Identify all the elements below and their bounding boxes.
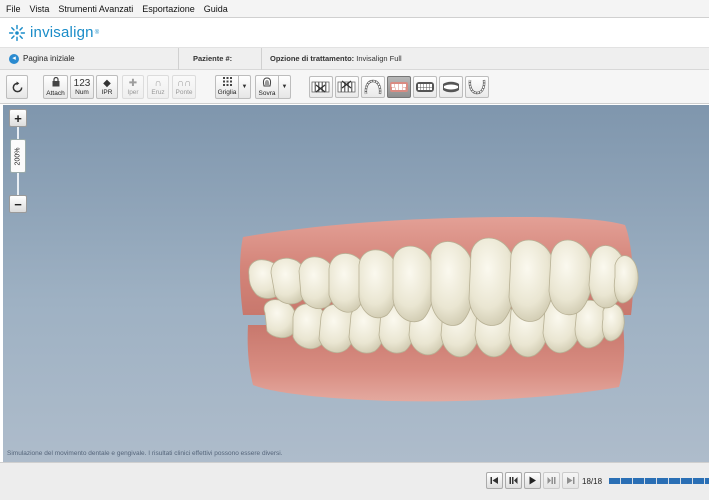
ipr-label: IPR [101,88,113,96]
plus-icon: ✚ [128,77,138,89]
toolbar: Attach 123 Num ◆ IPR ✚ Iper ∩ Eruz ∩∩ Po… [0,70,709,104]
lower-arch-icon [468,79,486,95]
upper-arch-icon [364,79,382,95]
playback-bar: 18/18 [0,462,709,500]
ipr-button[interactable]: ◆ IPR [96,75,118,99]
menu-strumenti-avanzati[interactable]: Strumenti Avanzati [58,4,133,14]
sovra-button[interactable]: Sovra [255,75,279,99]
brand-registered-mark: ® [94,29,100,36]
skip-end-icon [567,477,575,484]
view-upper-hide-button[interactable] [335,76,359,98]
treatment-option: Opzione di trattamento: Invisalign Full [262,54,402,63]
view-lower-hide-button[interactable] [309,76,333,98]
side-teeth-icon [416,82,434,92]
stage-progress-fill [609,478,709,484]
ponte-button[interactable]: ∩∩ Ponte [172,75,196,99]
3d-viewport[interactable]: + 200% − Simulazione del movimento denta… [3,105,709,462]
dental-model[interactable]: Simulazione del movimento dentale e geng… [3,105,709,462]
eruz-button[interactable]: ∩ Eruz [147,75,169,99]
menu-vista[interactable]: Vista [30,4,50,14]
rotate-icon [12,80,22,92]
treatment-value: Invisalign Full [356,54,402,63]
patient-label: Paziente #: [193,54,233,63]
teeth-row-x-icon [311,81,330,93]
attach-label: Attach [46,89,65,97]
next-stage-button[interactable] [543,472,560,489]
menu-guida[interactable]: Guida [204,4,228,14]
chevron-down-icon: ▼ [281,84,288,90]
logo-bar: invisalign ® [0,18,709,48]
numbers-icon: 123 [73,77,91,89]
attach-button[interactable]: Attach [43,75,68,99]
first-stage-button[interactable] [486,472,503,489]
angled-teeth-icon [443,81,459,93]
diamond-icon: ◆ [103,77,111,89]
play-icon [529,476,536,485]
teeth-row-x-icon [337,80,356,93]
lock-icon [52,76,60,90]
skip-start-icon [490,477,498,484]
stage-progress-bar[interactable] [609,478,709,484]
overlay-icon [262,76,272,90]
info-bar: ◂ Pagina iniziale Paziente #: Opzione di… [0,47,709,70]
step-back-icon [509,477,518,484]
griglia-button[interactable]: Griglia [215,75,239,99]
ponte-label: Ponte [175,88,193,96]
view-front-button[interactable] [387,76,411,98]
eruz-label: Eruz [151,88,165,96]
view-angled-button[interactable] [439,76,463,98]
menu-esportazione[interactable]: Esportazione [142,4,195,14]
treatment-label: Opzione di trattamento: [270,54,355,63]
menu-bar: File Vista Strumenti Avanzati Esportazio… [0,0,709,18]
home-link[interactable]: ◂ Pagina iniziale [0,53,178,64]
grid-icon [222,77,232,89]
iper-button[interactable]: ✚ Iper [122,75,144,99]
play-button[interactable] [524,472,541,489]
chevron-down-icon: ▼ [241,84,248,90]
home-arrow-icon: ◂ [9,53,19,64]
home-label: Pagina iniziale [23,54,75,63]
griglia-dropdown[interactable]: ▼ [239,75,251,99]
menu-file[interactable]: File [6,4,21,14]
griglia-label: Griglia [217,89,237,96]
iper-label: Iper [127,88,139,96]
bridge-icon: ∩∩ [176,77,192,89]
num-label: Num [75,88,89,96]
invisalign-star-icon [8,24,26,41]
brand-logo-text: invisalign [30,24,94,41]
view-side-button[interactable] [413,76,437,98]
front-teeth-icon [390,82,408,92]
view-lower-arch-button[interactable] [465,76,489,98]
reset-view-button[interactable] [6,75,28,99]
stage-counter: 18/18 [582,477,603,486]
step-forward-icon [547,477,556,484]
num-button[interactable]: 123 Num [70,75,94,99]
previous-stage-button[interactable] [505,472,522,489]
sovra-label: Sovra [258,89,276,97]
tooth-outline-icon: ∩ [154,77,162,89]
last-stage-button[interactable] [562,472,579,489]
view-upper-arch-button[interactable] [361,76,385,98]
model-disclaimer: Simulazione del movimento dentale e geng… [7,450,283,457]
sovra-dropdown[interactable]: ▼ [279,75,291,99]
